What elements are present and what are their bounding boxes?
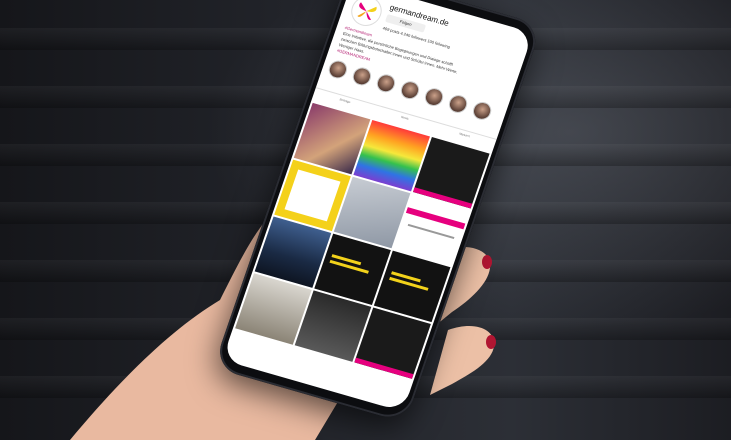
butterfly-logo-icon [357, 2, 377, 20]
highlight-item[interactable] [326, 58, 350, 81]
highlight-item[interactable] [470, 99, 494, 122]
fingernail [482, 255, 492, 269]
highlight-item[interactable] [398, 79, 422, 102]
photo-scene: germandream.de Folgen 469 posts 4.240 fo… [0, 0, 731, 440]
tab-posts[interactable]: Beiträge [339, 97, 351, 104]
profile-avatar[interactable] [347, 0, 386, 30]
right-finger [430, 325, 495, 395]
highlight-item[interactable] [422, 86, 446, 109]
highlight-item[interactable] [374, 72, 398, 95]
highlight-item[interactable] [350, 65, 374, 88]
fingernail [486, 335, 496, 349]
highlight-item[interactable] [446, 92, 470, 115]
tab-tagged[interactable]: Markiert [459, 132, 471, 139]
tab-reels[interactable]: Reels [401, 115, 410, 121]
